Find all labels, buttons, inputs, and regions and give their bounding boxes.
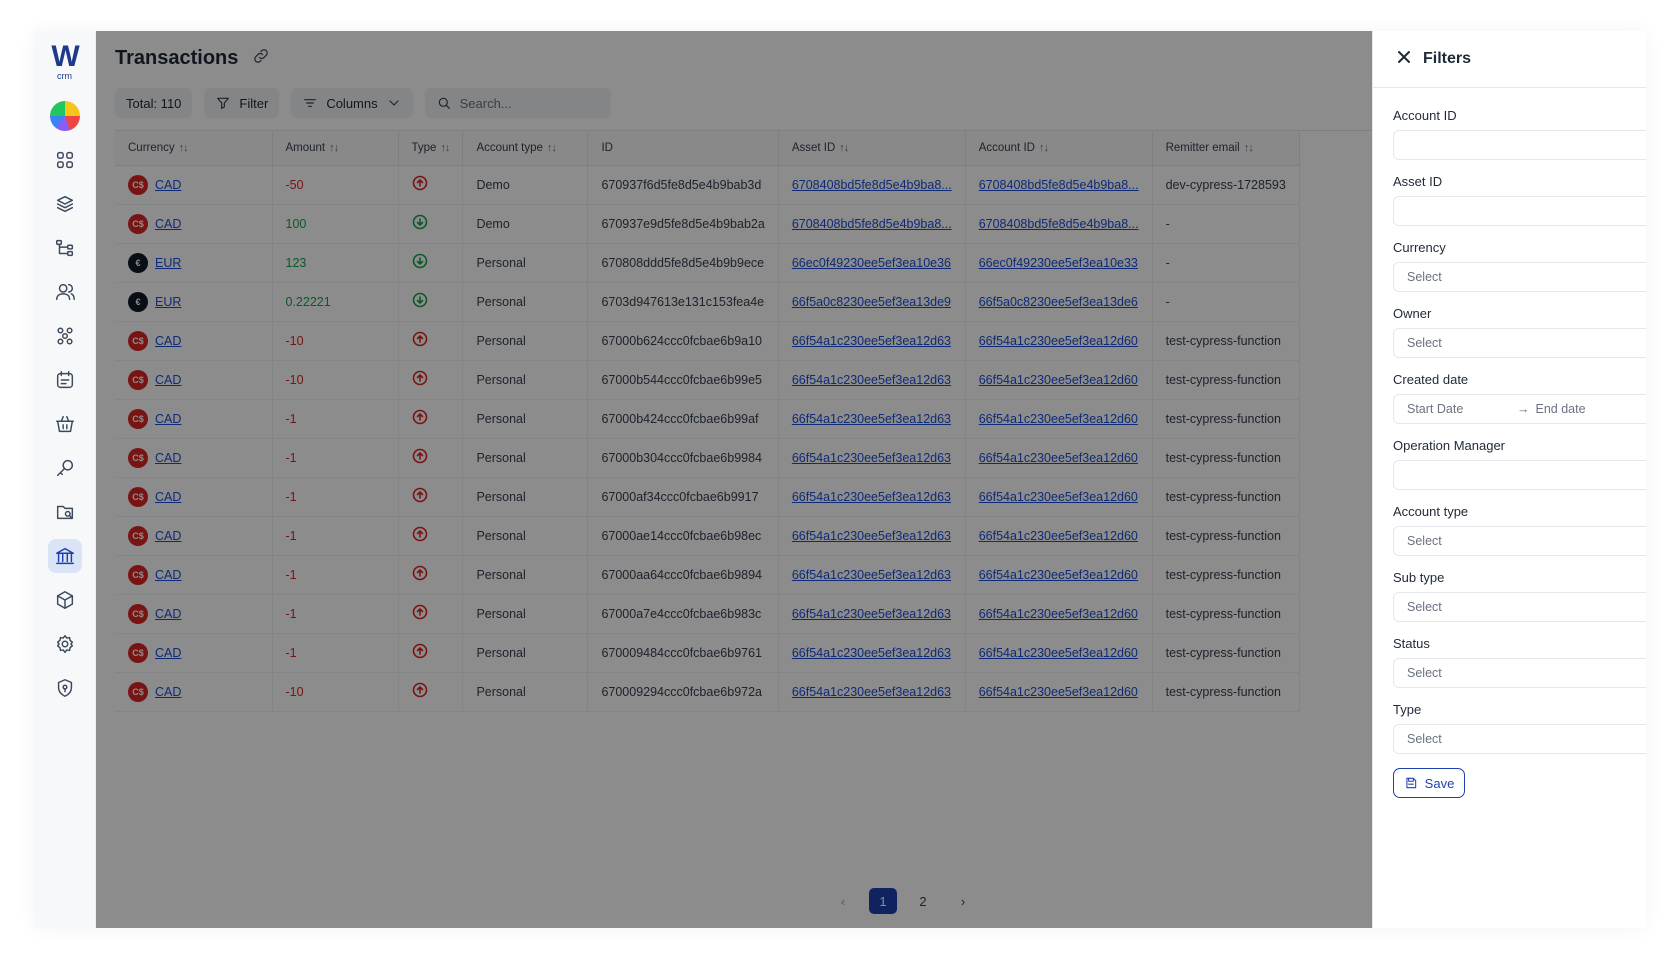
account-type-select[interactable]: Select bbox=[1393, 526, 1646, 556]
key-icon bbox=[56, 459, 73, 477]
operation-manager-input[interactable] bbox=[1393, 460, 1646, 490]
field-label: Currency bbox=[1393, 240, 1446, 255]
sidebar-item-basket[interactable] bbox=[48, 407, 82, 441]
sidebar-item-keys[interactable] bbox=[48, 451, 82, 485]
select-placeholder: Select bbox=[1407, 336, 1442, 350]
field-owner: Owner Select bbox=[1393, 306, 1646, 358]
filters-drawer: Filters Account ID Asset ID Currency Sel… bbox=[1372, 31, 1646, 928]
main-content: Transactions Total: 110 Filter Columns S… bbox=[96, 31, 1646, 928]
sidebar-item-tasks[interactable] bbox=[48, 363, 82, 397]
shield-icon bbox=[57, 679, 72, 697]
currency-select[interactable]: Select bbox=[1393, 262, 1646, 292]
status-select[interactable]: Select bbox=[1393, 658, 1646, 688]
field-asset-id: Asset ID bbox=[1393, 174, 1646, 226]
field-created-date: Created date Start Date → End date bbox=[1393, 372, 1646, 424]
filters-form: Account ID Asset ID Currency Select Owne… bbox=[1373, 88, 1646, 798]
drawer-title: Filters bbox=[1423, 50, 1472, 67]
save-icon bbox=[1406, 777, 1416, 789]
type-select[interactable]: Select bbox=[1393, 724, 1646, 754]
app-logo[interactable]: W crm bbox=[45, 40, 85, 82]
owner-select[interactable]: Select bbox=[1393, 328, 1646, 358]
arrow-right-icon: → bbox=[1517, 402, 1530, 416]
close-button[interactable] bbox=[1397, 50, 1411, 69]
field-label: Status bbox=[1393, 636, 1430, 651]
sidebar-item-security[interactable] bbox=[48, 671, 82, 705]
asset-id-input[interactable] bbox=[1393, 196, 1646, 226]
sidebar-item-products[interactable] bbox=[48, 583, 82, 617]
field-label: Account ID bbox=[1393, 108, 1457, 123]
select-placeholder: Select bbox=[1407, 534, 1442, 548]
grid-icon bbox=[56, 151, 73, 169]
sidebar-item-hierarchy[interactable] bbox=[48, 231, 82, 265]
field-status: Status Select bbox=[1393, 636, 1646, 688]
field-currency: Currency Select bbox=[1393, 240, 1646, 292]
field-label: Owner bbox=[1393, 306, 1432, 321]
sidebar-item-network[interactable] bbox=[48, 319, 82, 353]
field-label: Sub type bbox=[1393, 570, 1445, 585]
field-label: Type bbox=[1393, 702, 1422, 717]
user-avatar-pie[interactable] bbox=[49, 101, 80, 131]
field-operation-manager: Operation Manager bbox=[1393, 438, 1646, 490]
end-date-input[interactable]: End date bbox=[1536, 402, 1647, 416]
gear-icon bbox=[56, 635, 73, 653]
sidebar-item-dashboard[interactable] bbox=[48, 143, 82, 177]
date-range-picker[interactable]: Start Date → End date bbox=[1393, 394, 1646, 424]
sidebar-item-layers[interactable] bbox=[48, 187, 82, 221]
sub-type-select[interactable]: Select bbox=[1393, 592, 1646, 622]
field-account-type: Account type Select bbox=[1393, 504, 1646, 556]
logo-subtitle: crm bbox=[57, 71, 72, 81]
field-label: Created date bbox=[1393, 372, 1469, 387]
app-frame: W crm Transactions Total: 110 Filter Col… bbox=[34, 31, 1646, 928]
calendar-note-icon bbox=[56, 371, 73, 389]
sidebar-item-transactions[interactable] bbox=[47, 539, 82, 573]
box-icon bbox=[56, 591, 73, 609]
sidebar-nav bbox=[47, 143, 82, 705]
field-label: Account type bbox=[1393, 504, 1469, 519]
field-account-id: Account ID bbox=[1393, 108, 1646, 160]
modal-overlay[interactable] bbox=[96, 31, 1372, 928]
logo-mark: W bbox=[51, 40, 79, 73]
account-id-input[interactable] bbox=[1393, 130, 1646, 160]
select-placeholder: Select bbox=[1407, 732, 1442, 746]
select-placeholder: Select bbox=[1407, 666, 1442, 680]
hierarchy-icon bbox=[55, 239, 73, 257]
select-placeholder: Select bbox=[1407, 270, 1442, 284]
field-label: Operation Manager bbox=[1393, 438, 1506, 453]
save-button[interactable]: Save bbox=[1393, 768, 1465, 798]
layers-icon bbox=[56, 195, 73, 213]
field-sub-type: Sub type Select bbox=[1393, 570, 1646, 622]
sidebar: W crm bbox=[34, 31, 96, 928]
select-placeholder: Select bbox=[1407, 600, 1442, 614]
sidebar-item-documents[interactable] bbox=[48, 495, 82, 529]
drawer-header: Filters bbox=[1373, 31, 1646, 88]
close-icon bbox=[1398, 50, 1410, 63]
folder-search-icon bbox=[56, 505, 73, 520]
sidebar-item-settings[interactable] bbox=[48, 627, 82, 661]
sidebar-item-users[interactable] bbox=[48, 275, 82, 309]
start-date-input[interactable]: Start Date bbox=[1407, 402, 1517, 416]
users-icon bbox=[55, 283, 75, 301]
save-label: Save bbox=[1424, 775, 1455, 791]
network-icon bbox=[56, 327, 73, 345]
bank-icon bbox=[55, 547, 74, 565]
field-label: Asset ID bbox=[1393, 174, 1443, 189]
basket-icon bbox=[55, 415, 74, 433]
field-type: Type Select bbox=[1393, 702, 1646, 754]
